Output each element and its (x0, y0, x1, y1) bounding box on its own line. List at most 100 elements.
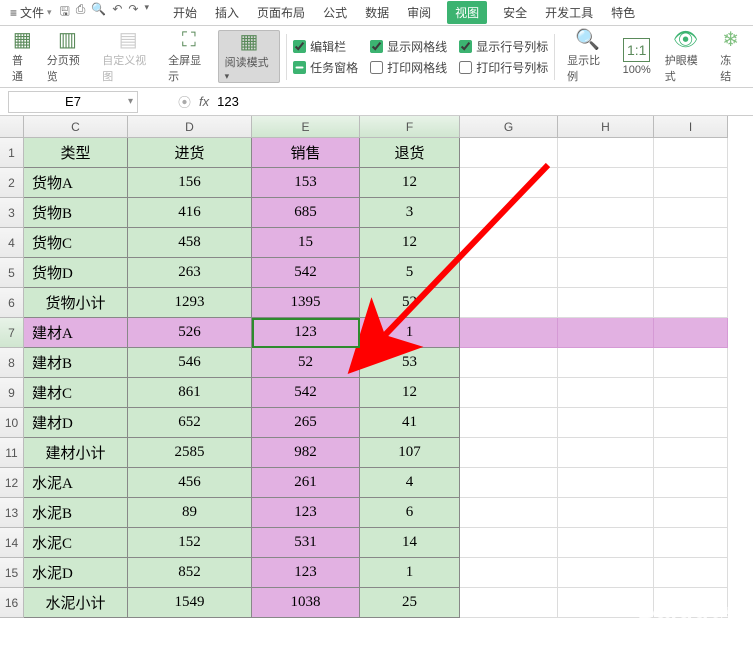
cell-I7[interactable] (654, 318, 728, 348)
check-rowcol-hdr[interactable]: 显示行号列标 (459, 38, 548, 55)
col-header-D[interactable]: D (128, 116, 252, 138)
cell-G16[interactable] (460, 588, 558, 618)
cell-F13[interactable]: 6 (360, 498, 460, 528)
cell-C1[interactable]: 类型 (24, 138, 128, 168)
row-header-16[interactable]: 16 (0, 588, 24, 618)
tab-formula[interactable]: 公式 (321, 1, 349, 24)
cell-E13[interactable]: 123 (252, 498, 360, 528)
cell-F3[interactable]: 3 (360, 198, 460, 228)
cell-H9[interactable] (558, 378, 654, 408)
cell-D8[interactable]: 546 (128, 348, 252, 378)
cell-C11[interactable]: 建材小计 (24, 438, 128, 468)
cell-I1[interactable] (654, 138, 728, 168)
tab-security[interactable]: 安全 (501, 1, 529, 24)
cell-D16[interactable]: 1549 (128, 588, 252, 618)
row-header-13[interactable]: 13 (0, 498, 24, 528)
cell-E10[interactable]: 265 (252, 408, 360, 438)
cell-I5[interactable] (654, 258, 728, 288)
cell-D12[interactable]: 456 (128, 468, 252, 498)
tab-dev[interactable]: 开发工具 (543, 1, 595, 24)
col-header-F[interactable]: F (360, 116, 460, 138)
cell-C4[interactable]: 货物C (24, 228, 128, 258)
cell-I11[interactable] (654, 438, 728, 468)
cell-H16[interactable] (558, 588, 654, 618)
cell-G1[interactable] (460, 138, 558, 168)
cell-C10[interactable]: 建材D (24, 408, 128, 438)
cell-C14[interactable]: 水泥C (24, 528, 128, 558)
cell-G15[interactable] (460, 558, 558, 588)
cell-H3[interactable] (558, 198, 654, 228)
cell-I15[interactable] (654, 558, 728, 588)
cell-D4[interactable]: 458 (128, 228, 252, 258)
cell-E15[interactable]: 123 (252, 558, 360, 588)
cell-F5[interactable]: 5 (360, 258, 460, 288)
cell-E14[interactable]: 531 (252, 528, 360, 558)
cell-H2[interactable] (558, 168, 654, 198)
redo-icon[interactable]: ↷ (128, 2, 138, 23)
cell-E5[interactable]: 542 (252, 258, 360, 288)
zoom-button[interactable]: 🔍 显示比例 (561, 30, 614, 83)
row-header-15[interactable]: 15 (0, 558, 24, 588)
name-box[interactable]: E7 ▾ (8, 91, 138, 113)
cell-E11[interactable]: 982 (252, 438, 360, 468)
cell-D11[interactable]: 2585 (128, 438, 252, 468)
cell-G11[interactable] (460, 438, 558, 468)
undo-icon[interactable]: ↶ (112, 2, 122, 23)
cell-F14[interactable]: 14 (360, 528, 460, 558)
cell-I12[interactable] (654, 468, 728, 498)
cell-C9[interactable]: 建材C (24, 378, 128, 408)
cell-F2[interactable]: 12 (360, 168, 460, 198)
tab-view[interactable]: 视图 (447, 1, 487, 24)
row-header-5[interactable]: 5 (0, 258, 24, 288)
cell-I10[interactable] (654, 408, 728, 438)
cell-H15[interactable] (558, 558, 654, 588)
row-header-12[interactable]: 12 (0, 468, 24, 498)
cell-H13[interactable] (558, 498, 654, 528)
cell-C2[interactable]: 货物A (24, 168, 128, 198)
cell-I13[interactable] (654, 498, 728, 528)
check-print-hdr[interactable]: 打印行号列标 (459, 59, 548, 76)
cell-E4[interactable]: 15 (252, 228, 360, 258)
cell-D5[interactable]: 263 (128, 258, 252, 288)
cell-F7[interactable]: 1 (360, 318, 460, 348)
cell-I8[interactable] (654, 348, 728, 378)
fx-icon[interactable]: fx (199, 94, 209, 109)
cell-E8[interactable]: 52 (252, 348, 360, 378)
cell-C7[interactable]: 建材A (24, 318, 128, 348)
cell-I6[interactable] (654, 288, 728, 318)
tab-data[interactable]: 数据 (363, 1, 391, 24)
cell-F16[interactable]: 25 (360, 588, 460, 618)
cell-G5[interactable] (460, 258, 558, 288)
col-header-C[interactable]: C (24, 116, 128, 138)
tab-start[interactable]: 开始 (171, 1, 199, 24)
cell-F15[interactable]: 1 (360, 558, 460, 588)
cell-C5[interactable]: 货物D (24, 258, 128, 288)
cell-G10[interactable] (460, 408, 558, 438)
view-fullscreen-button[interactable]: ⛶ 全屏显示 (162, 30, 215, 83)
cell-F8[interactable]: 53 (360, 348, 460, 378)
cell-H4[interactable] (558, 228, 654, 258)
cell-C13[interactable]: 水泥B (24, 498, 128, 528)
row-header-6[interactable]: 6 (0, 288, 24, 318)
row-header-11[interactable]: 11 (0, 438, 24, 468)
file-menu[interactable]: ≡ 文件 ▾ (6, 2, 56, 23)
formula-input[interactable]: 123 (217, 94, 239, 109)
cell-D14[interactable]: 152 (128, 528, 252, 558)
eye-mode-button[interactable]: 👁 护眼模式 (659, 30, 712, 83)
cell-I4[interactable] (654, 228, 728, 258)
cell-G7[interactable] (460, 318, 558, 348)
cell-E6[interactable]: 1395 (252, 288, 360, 318)
cell-D6[interactable]: 1293 (128, 288, 252, 318)
cell-C3[interactable]: 货物B (24, 198, 128, 228)
row-header-7[interactable]: 7 (0, 318, 24, 348)
row-header-1[interactable]: 1 (0, 138, 24, 168)
cell-G4[interactable] (460, 228, 558, 258)
search-icon[interactable]: ⦿ (178, 92, 191, 111)
cell-H14[interactable] (558, 528, 654, 558)
row-header-8[interactable]: 8 (0, 348, 24, 378)
preview-icon[interactable]: 🔍 (91, 2, 106, 23)
cell-H12[interactable] (558, 468, 654, 498)
cell-G14[interactable] (460, 528, 558, 558)
col-header-G[interactable]: G (460, 116, 558, 138)
cell-I3[interactable] (654, 198, 728, 228)
